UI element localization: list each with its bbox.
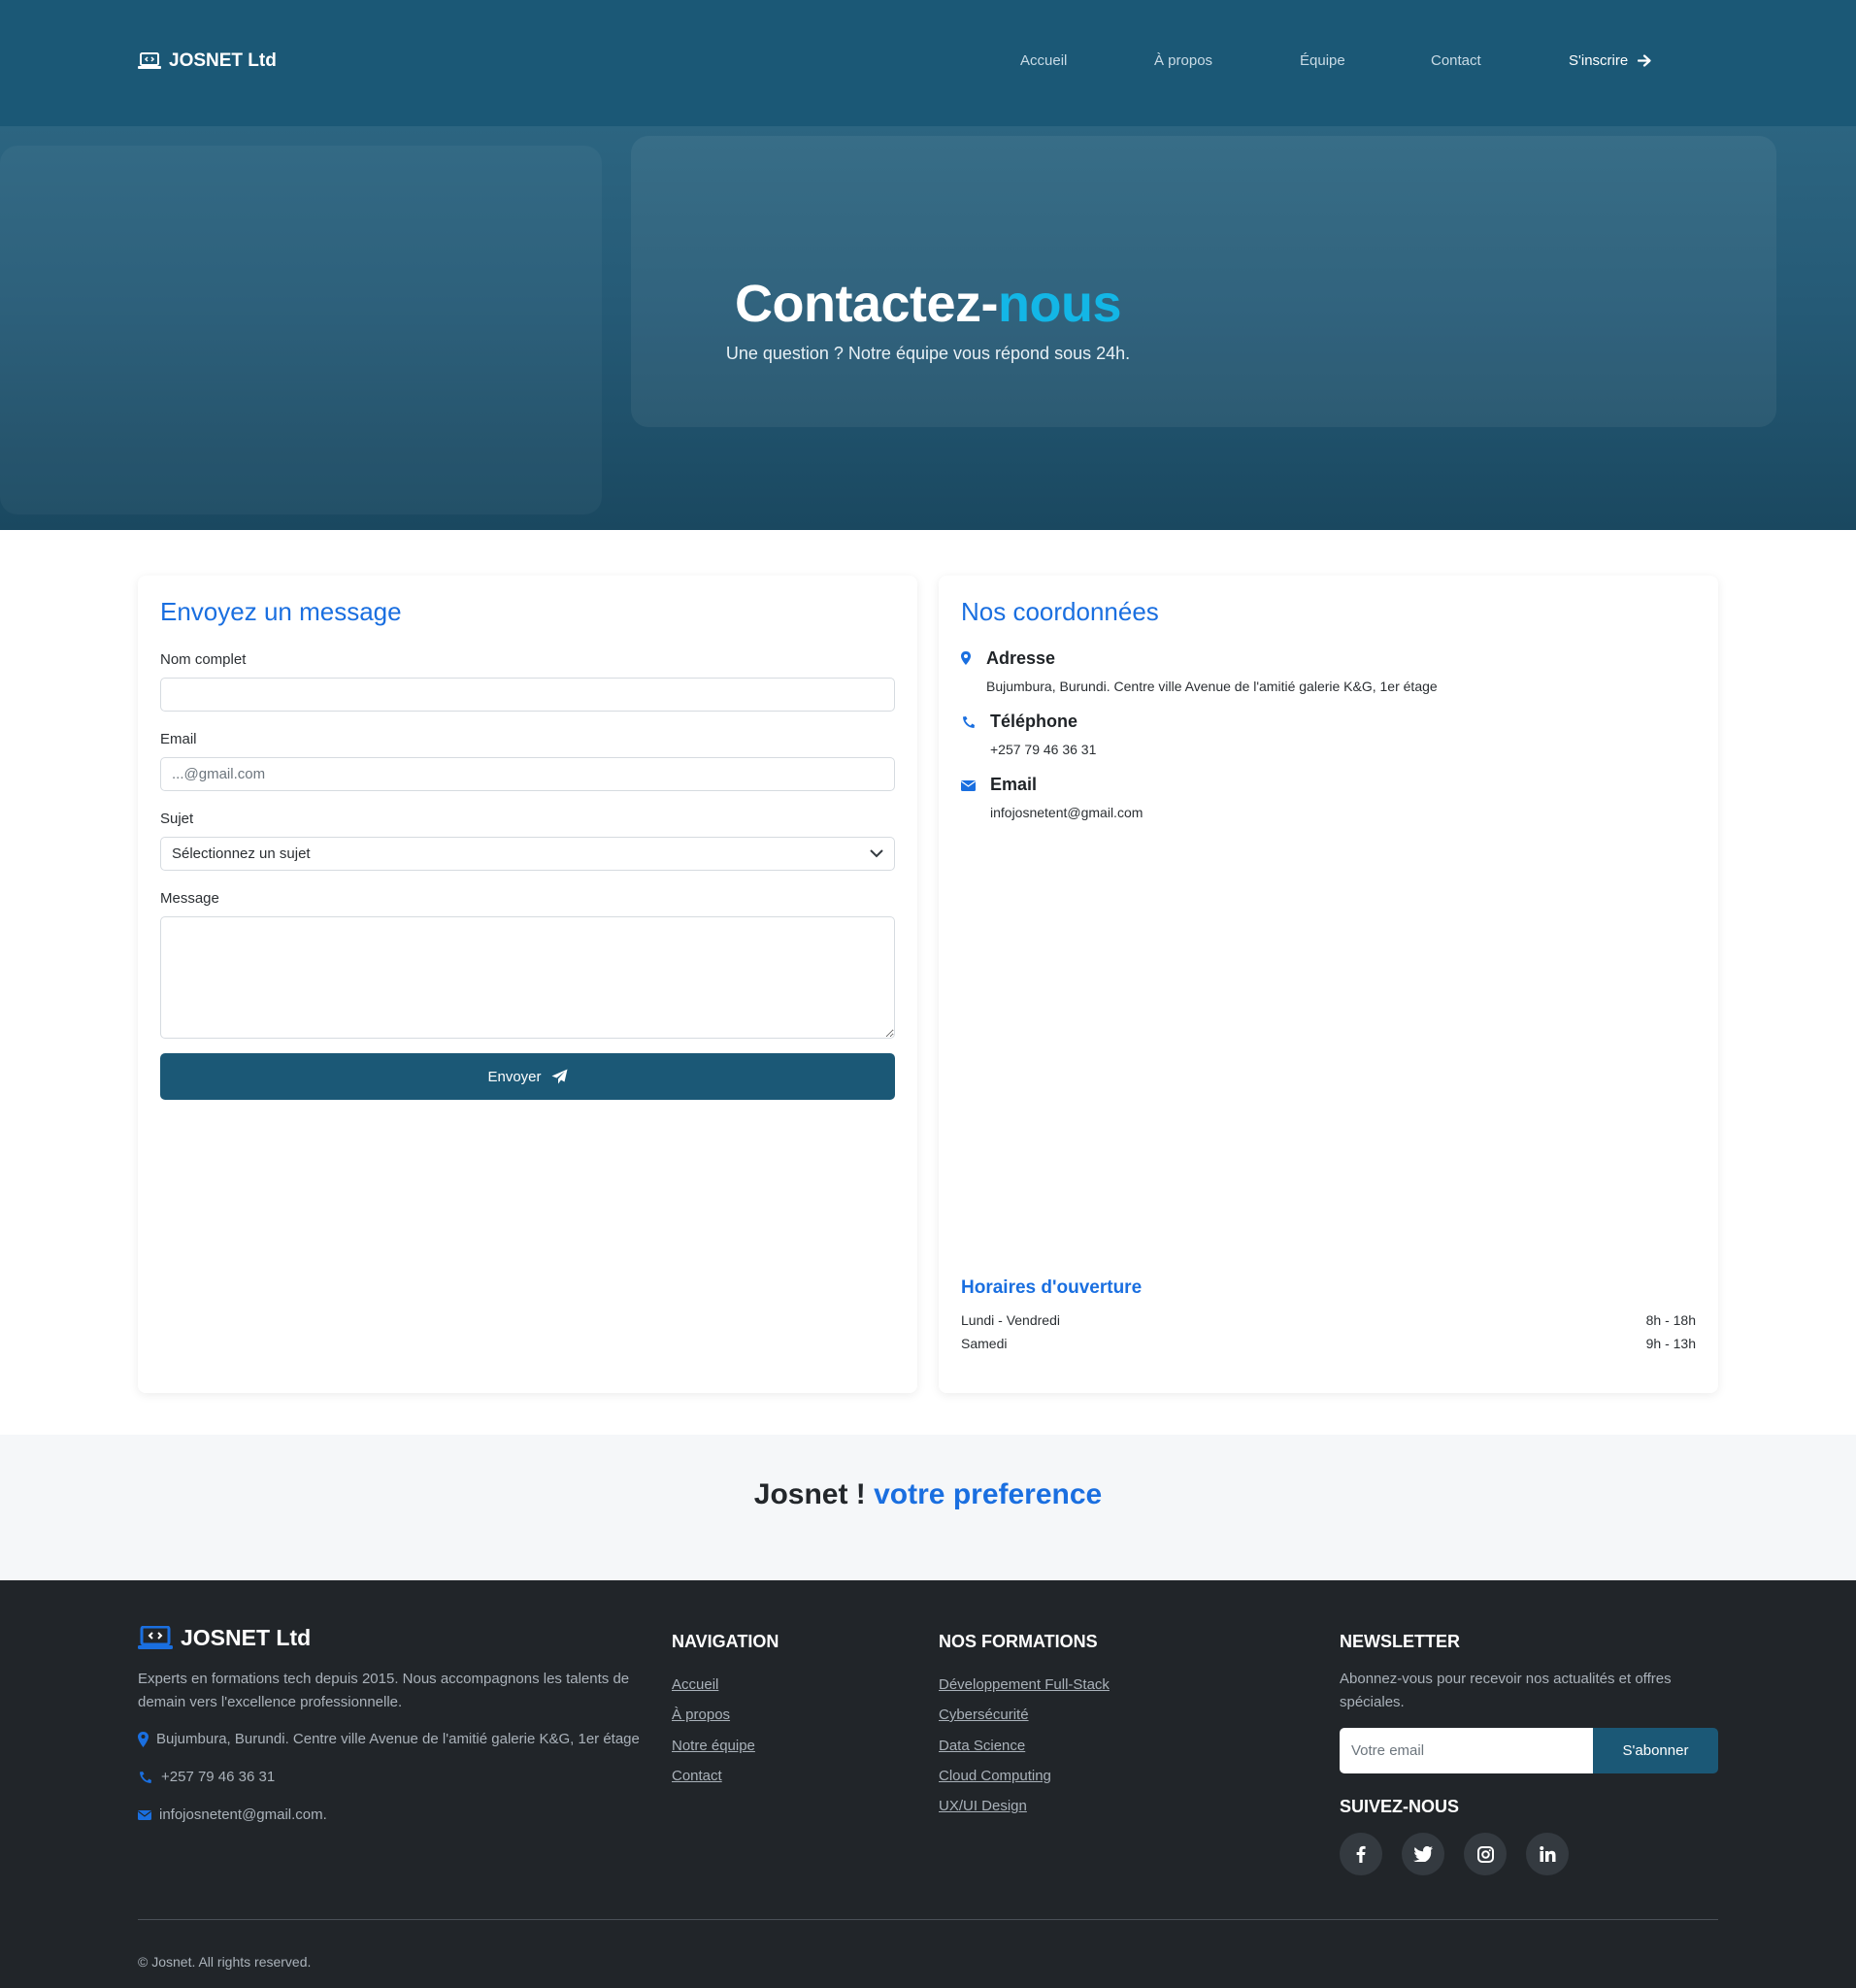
footer-follow-title: SUIVEZ-NOUS xyxy=(1340,1797,1460,1816)
footer-brand-name: JOSNET Ltd xyxy=(181,1625,312,1650)
signup-label: S'inscrire xyxy=(1569,52,1629,69)
footer-link-a-propos[interactable]: À propos xyxy=(672,1706,730,1723)
paper-plane-icon xyxy=(551,1069,568,1084)
hours-time: 9h - 13h xyxy=(1645,1336,1696,1351)
copyright: © Josnet. All rights reserved. xyxy=(138,1954,312,1970)
footer-nav-title: NAVIGATION xyxy=(672,1632,779,1651)
footer-link-accueil[interactable]: Accueil xyxy=(672,1676,718,1693)
nav-link-a-propos[interactable]: À propos xyxy=(1154,52,1212,69)
form-title: Envoyez un message xyxy=(160,597,402,626)
footer-email-text: infojosnetent@gmail.com. xyxy=(159,1806,327,1823)
email-label: Email xyxy=(160,731,197,747)
hours-row: Samedi 9h - 13h xyxy=(961,1336,1696,1351)
send-button[interactable]: Envoyer xyxy=(160,1053,895,1100)
footer-description: Experts en formations tech depuis 2015. … xyxy=(138,1671,630,1710)
navbar: JOSNET Ltd Accueil À propos Équipe Conta… xyxy=(0,0,1856,126)
subject-selected-value: Sélectionnez un sujet xyxy=(172,845,311,862)
email-heading: Email xyxy=(990,775,1038,794)
subject-select[interactable]: Sélectionnez un sujet xyxy=(160,837,895,871)
nav-link-equipe[interactable]: Équipe xyxy=(1300,52,1345,69)
footer-link-contact[interactable]: Contact xyxy=(672,1768,722,1784)
nav-link-accueil[interactable]: Accueil xyxy=(1020,52,1067,69)
footer-link-formation[interactable]: Développement Full-Stack xyxy=(939,1676,1110,1693)
footer-divider xyxy=(138,1919,1718,1920)
hours-title: Horaires d'ouverture xyxy=(961,1277,1143,1298)
name-field[interactable] xyxy=(160,678,895,712)
linkedin-icon[interactable] xyxy=(1526,1833,1569,1875)
email-field[interactable] xyxy=(160,757,895,791)
envelope-icon xyxy=(138,1809,151,1820)
chevron-down-icon xyxy=(870,849,883,858)
subject-label: Sujet xyxy=(160,811,194,827)
hours-days: Lundi - Vendredi xyxy=(961,1312,1060,1328)
footer-brand[interactable]: JOSNET Ltd xyxy=(138,1625,311,1651)
footer-formations-title: NOS FORMATIONS xyxy=(939,1632,1098,1651)
main-nav: Accueil À propos Équipe Contact S'inscri… xyxy=(0,52,1856,76)
laptop-code-icon xyxy=(138,1625,173,1651)
address-heading: Adresse xyxy=(986,648,1056,668)
footer-phone: +257 79 46 36 31 xyxy=(138,1769,275,1785)
message-label: Message xyxy=(160,890,219,907)
hero-banner: Contactez-nous Une question ? Notre équi… xyxy=(0,126,1856,530)
name-label: Nom complet xyxy=(160,651,247,668)
footer-link-formation[interactable]: Cloud Computing xyxy=(939,1768,1051,1784)
hours-days: Samedi xyxy=(961,1336,1008,1351)
message-textarea[interactable] xyxy=(160,916,895,1039)
map-marker-icon xyxy=(138,1731,149,1747)
address-block: Adresse Bujumbura, Burundi. Centre ville… xyxy=(961,648,1438,694)
signup-link[interactable]: S'inscrire xyxy=(1569,52,1652,69)
facebook-icon[interactable] xyxy=(1340,1833,1382,1875)
newsletter-text: Abonnez-vous pour recevoir nos actualité… xyxy=(1340,1671,1672,1710)
footer-link-formation[interactable]: UX/UI Design xyxy=(939,1798,1027,1814)
instagram-icon[interactable] xyxy=(1464,1833,1507,1875)
arrow-right-icon xyxy=(1638,54,1651,67)
subscribe-button[interactable]: S'abonner xyxy=(1593,1728,1718,1773)
twitter-icon[interactable] xyxy=(1402,1833,1444,1875)
hours-time: 8h - 18h xyxy=(1645,1312,1696,1328)
phone-block: Téléphone +257 79 46 36 31 xyxy=(961,712,1096,757)
footer-link-equipe[interactable]: Notre équipe xyxy=(672,1738,755,1754)
envelope-icon xyxy=(961,780,976,791)
map-marker-icon xyxy=(961,651,971,665)
email-block: Email infojosnetent@gmail.com xyxy=(961,775,1143,820)
nav-link-contact[interactable]: Contact xyxy=(1431,52,1481,69)
phone-icon xyxy=(963,716,975,728)
phone-heading: Téléphone xyxy=(990,712,1078,731)
email-text: infojosnetent@gmail.com xyxy=(990,805,1143,820)
footer-phone-text: +257 79 46 36 31 xyxy=(161,1769,276,1785)
footer-address: Bujumbura, Burundi. Centre ville Avenue … xyxy=(138,1731,640,1747)
phone-icon xyxy=(140,1771,151,1783)
info-title: Nos coordonnées xyxy=(961,597,1159,626)
footer-address-text: Bujumbura, Burundi. Centre ville Avenue … xyxy=(156,1731,640,1747)
address-text: Bujumbura, Burundi. Centre ville Avenue … xyxy=(986,679,1438,694)
footer-link-formation[interactable]: Cybersécurité xyxy=(939,1706,1029,1723)
newsletter-email-input[interactable] xyxy=(1340,1728,1593,1773)
hours-row: Lundi - Vendredi 8h - 18h xyxy=(961,1312,1696,1328)
footer-email: infojosnetent@gmail.com. xyxy=(138,1806,327,1823)
contact-info-card: Nos coordonnées Adresse Bujumbura, Burun… xyxy=(939,576,1718,1393)
phone-text: +257 79 46 36 31 xyxy=(990,742,1097,757)
send-label: Envoyer xyxy=(487,1068,542,1085)
footer: JOSNET Ltd Experts en formations tech de… xyxy=(0,1580,1856,1988)
contact-form-card: Envoyez un message Nom complet Email Suj… xyxy=(138,576,917,1393)
footer-link-formation[interactable]: Data Science xyxy=(939,1738,1025,1754)
page-title: Contactez-nous xyxy=(734,275,1122,333)
tagline: Josnet ! votre preference xyxy=(753,1478,1103,1510)
tagline-band: Josnet ! votre preference xyxy=(0,1435,1856,1580)
hero-subtitle: Une question ? Notre équipe vous répond … xyxy=(725,344,1131,363)
footer-newsletter-title: NEWSLETTER xyxy=(1340,1632,1460,1651)
